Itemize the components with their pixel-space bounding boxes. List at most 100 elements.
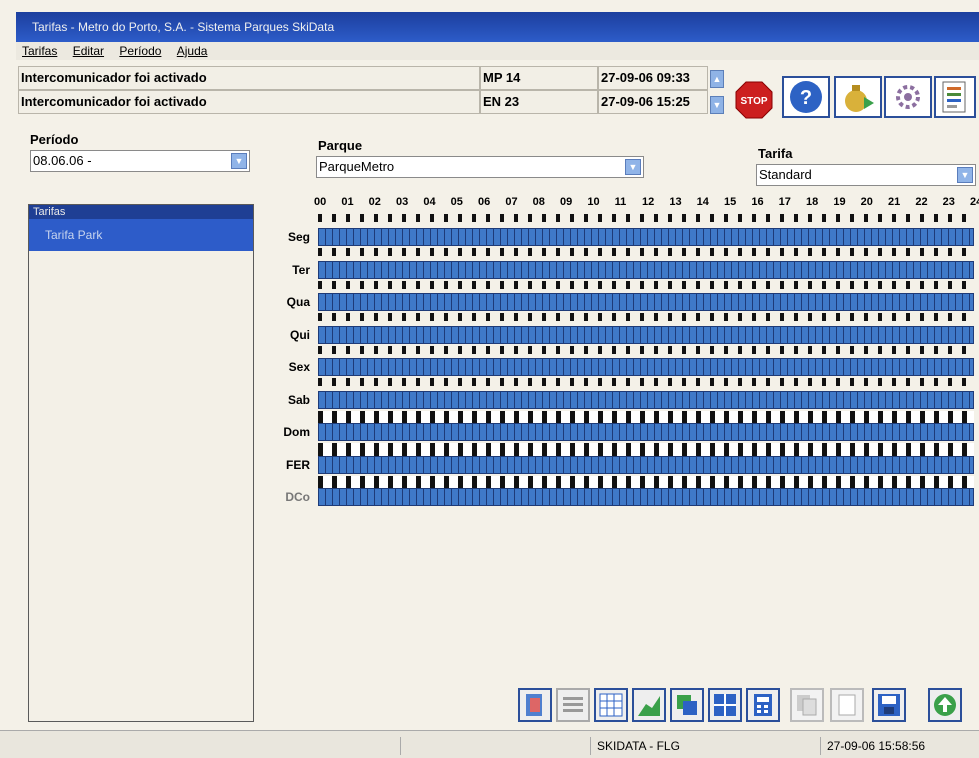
day-label: Qui [290,327,310,342]
status-station: SKIDATA - FLG [590,737,777,755]
day-schedule-bar[interactable] [318,423,974,441]
settings-button[interactable] [884,76,932,118]
up-arrow-icon [934,694,956,716]
hour-label: 07 [505,196,518,208]
day-label: DCo [285,490,310,504]
tarifa-value: Standard [759,167,812,182]
copy-schedule-button[interactable] [670,688,704,722]
tariff-list-item[interactable]: Tarifa Park [29,219,253,251]
green-chart-icon [638,696,660,716]
hour-label: 15 [724,196,737,208]
hour-label: 00 [314,196,327,208]
day-schedule-bar[interactable] [318,228,974,246]
tarifa-select[interactable]: Standard ▼ [756,164,976,186]
day-schedule-bar[interactable] [318,325,974,344]
document-icon [838,694,856,716]
grid-button[interactable] [594,688,628,722]
day-label: Ter [292,262,310,277]
report-button[interactable] [934,76,976,118]
calculator-button[interactable] [746,688,780,722]
hour-label: 13 [669,196,682,208]
tariff-list-header: Tarifas [29,205,253,219]
scroll-down-button[interactable]: ▼ [710,96,724,114]
gear-icon [896,85,920,109]
day-label: FER [286,457,310,472]
day-label: Seg [287,230,310,244]
message-row[interactable]: Intercomunicador foi activado [18,66,480,90]
status-empty-cell [400,737,587,755]
message-text: Intercomunicador foi activado [21,70,207,85]
parque-select[interactable]: ParqueMetro ▼ [316,156,644,178]
status-datetime: 27-09-06 15:58:56 [820,737,977,755]
menu-editar[interactable]: Editar [73,44,104,58]
help-button[interactable]: ? [782,76,830,118]
hour-label: 12 [642,196,655,208]
message-row[interactable]: Intercomunicador foi activado [18,90,480,114]
floppy-disk-icon [878,694,900,716]
chevron-down-icon[interactable]: ▼ [231,153,247,169]
copy-button[interactable] [790,688,824,722]
periodo-value: 08.06.06 - [33,153,92,168]
day-tick-row [318,378,974,386]
hour-label: 14 [696,196,709,208]
copy-icon [797,695,817,716]
hour-label: 22 [915,196,928,208]
hour-label: 20 [860,196,873,208]
hour-label: 21 [888,196,901,208]
day-tick-row [318,280,974,289]
list-button [556,688,590,722]
window-title: Tarifas - Metro do Porto, S.A. - Sistema… [32,20,335,34]
stop-sign-icon: STOP [735,81,773,119]
hour-label: 04 [423,196,436,208]
message-time-text: 27-09-06 15:25 [601,94,690,109]
day-schedule-bar[interactable] [318,293,974,311]
menu-bar: Tarifas Editar Período Ajuda [16,42,979,60]
notebook-icon [526,694,542,716]
stop-button[interactable]: STOP [734,80,774,120]
menu-ajuda[interactable]: Ajuda [177,44,208,58]
hour-label: 11 [614,196,627,208]
tariff-button[interactable] [518,688,552,722]
window-title-bar: Tarifas - Metro do Porto, S.A. - Sistema… [16,12,979,42]
day-schedule-bar[interactable] [318,455,974,474]
periodo-select[interactable]: 08.06.06 - ▼ [30,150,250,172]
money-bag-icon [845,85,874,112]
table-grid-icon [599,693,623,717]
day-tick-row [318,248,974,256]
hour-label: 09 [560,196,573,208]
day-tick-row [318,313,974,321]
hour-label: 24 [970,196,979,208]
message-code: EN 23 [480,90,598,114]
day-schedule-bar[interactable] [318,358,974,376]
calculator-icon [754,694,772,716]
hour-tick-row [318,214,974,222]
hour-label: 01 [341,196,354,208]
lines-icon [563,697,583,712]
svg-text:?: ? [800,87,812,109]
layers-icon [677,695,697,715]
message-time-text: 27-09-06 09:33 [601,70,690,85]
save-button[interactable] [872,688,906,722]
hour-label: 17 [778,196,791,208]
chart-button[interactable] [632,688,666,722]
chevron-down-icon[interactable]: ▼ [625,159,641,175]
help-icon: ? [790,81,822,113]
day-label: Sex [288,360,310,374]
status-bar: SKIDATA - FLG 27-09-06 15:58:56 [0,730,979,758]
day-schedule-bar[interactable] [318,260,974,279]
day-schedule-bar[interactable] [318,390,974,409]
day-schedule-bar[interactable] [318,488,974,506]
tariff-item-label: Tarifa Park [45,228,103,242]
hour-label: 10 [587,196,600,208]
menu-tarifas[interactable]: Tarifas [22,44,57,58]
message-code-text: EN 23 [483,94,520,109]
upload-button[interactable] [928,688,962,722]
blue-grid-icon [714,694,736,716]
day-label: Sab [287,392,310,407]
grid-view-button[interactable] [708,688,742,722]
chevron-down-icon[interactable]: ▼ [957,167,973,183]
menu-periodo[interactable]: Período [119,44,161,58]
paste-button[interactable] [830,688,864,722]
scroll-up-button[interactable]: ▲ [710,70,724,88]
money-button[interactable] [834,76,882,118]
